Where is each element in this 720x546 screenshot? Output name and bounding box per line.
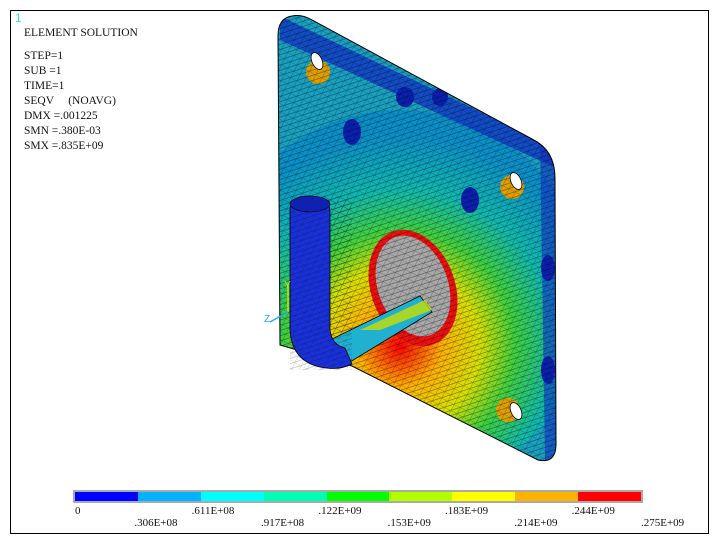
triad-y-label: Y (284, 280, 291, 291)
legend-color-band (326, 492, 390, 501)
legend-color-band (389, 492, 453, 501)
legend-label: .183E+09 (445, 505, 489, 517)
triad-z-label: Z (264, 314, 270, 325)
legend-label: .275E+09 (641, 517, 685, 529)
contour-legend-bar (73, 490, 643, 503)
legend-label: .122E+09 (318, 505, 362, 517)
legend-label: .306E+08 (134, 517, 178, 529)
plate (277, 15, 557, 462)
legend-color-band (452, 492, 516, 501)
legend-label: .214E+09 (514, 517, 558, 529)
legend-color-band (75, 492, 138, 501)
legend-label: .153E+09 (387, 517, 431, 529)
legend-color-band (515, 492, 579, 501)
legend-color-band (263, 492, 327, 501)
legend-label: .917E+08 (261, 517, 305, 529)
legend-label: 0 (75, 505, 81, 517)
legend-label: .611E+08 (191, 505, 235, 517)
legend-color-band (200, 492, 264, 501)
fe-model-view[interactable]: Y Z (0, 0, 720, 546)
legend-color-band (578, 492, 642, 501)
legend-color-band (137, 492, 201, 501)
legend-label: .244E+09 (571, 505, 615, 517)
